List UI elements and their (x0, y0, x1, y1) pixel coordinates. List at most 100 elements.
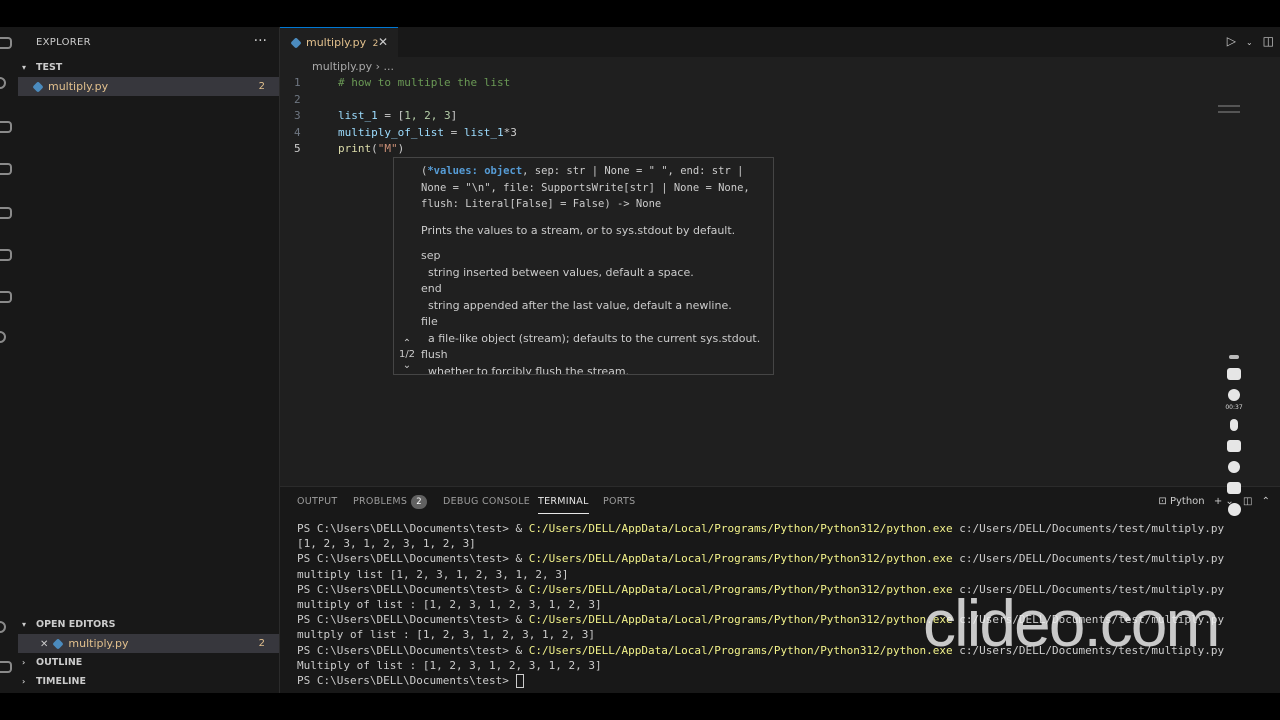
account-circle-icon[interactable] (0, 331, 6, 343)
accounts-icon[interactable] (0, 621, 6, 633)
code-line-4: 4 multiply_of_list = list_1*3 (280, 125, 1280, 141)
recorder-dots-icon[interactable] (1229, 355, 1239, 359)
timeline-title: TIMELINE (36, 676, 86, 687)
settings-gear-icon[interactable] (1227, 503, 1241, 516)
close-icon[interactable]: ✕ (40, 639, 48, 650)
line-number: 1 (294, 76, 301, 89)
terminal-prompt-line: PS C:\Users\DELL\Documents\test> (297, 673, 1224, 688)
param-desc: string inserted between values, default … (421, 265, 694, 279)
record-icon[interactable] (1228, 389, 1240, 401)
code-text: multiply_of_list = list_1*3 (338, 125, 517, 139)
code-line-5: 5 print("M") (280, 141, 1280, 157)
terminal-icon: ⊡ (1158, 496, 1167, 507)
camera-icon[interactable] (1227, 368, 1241, 380)
terminal-command-line: PS C:\Users\DELL\Documents\test> & C:/Us… (297, 552, 1225, 566)
editor-actions: ▷ ⌄ ◫ (1217, 34, 1274, 48)
split-editor-icon[interactable]: ◫ (1263, 34, 1274, 48)
open-editor-file-name: multiply.py (68, 637, 129, 650)
param-name: file (421, 315, 438, 328)
open-editor-problems-badge: 2 (258, 638, 265, 649)
param-desc: a file-like object (stream); defaults to… (421, 331, 761, 345)
remote-icon[interactable] (0, 291, 12, 303)
screen-recorder-toolbar: 00:37 (1222, 355, 1246, 525)
breadcrumb: multiply.py › ... (312, 60, 394, 73)
code-text: print("M") (338, 142, 405, 155)
folder-header-test[interactable]: ▾ TEST (18, 58, 279, 77)
overload-pager[interactable]: ⌃ 1/2 ⌄ (396, 338, 418, 371)
breadcrumb-symbol[interactable]: ... (384, 60, 395, 73)
folder-name: TEST (36, 62, 63, 73)
param-name: sep (421, 249, 441, 262)
python-file-icon (32, 81, 44, 93)
watermark: clideo.com (923, 586, 1220, 660)
param-desc: whether to forcibly flush the stream. (421, 364, 630, 375)
terminal-output-line: multiply list [1, 2, 3, 1, 2, 3, 1, 2, 3… (297, 567, 569, 581)
tab-terminal[interactable]: TERMINAL (538, 491, 589, 514)
tab-ports[interactable]: PORTS (603, 491, 635, 513)
terminal-shell-name[interactable]: Python (1170, 496, 1205, 507)
chevron-right-icon: › (22, 677, 26, 686)
speaker-icon[interactable] (1227, 440, 1241, 452)
chevron-down-icon: ▾ (22, 620, 27, 629)
problems-badge: 2 (411, 495, 427, 509)
function-signature: (*values: object, sep: str | None = " ",… (421, 165, 757, 210)
chevron-up-icon[interactable]: ⌃ (396, 338, 418, 349)
open-editor-item-multiply[interactable]: ✕ multiply.py 2 (18, 634, 279, 653)
breadcrumb-separator: › (375, 60, 380, 73)
terminal-cursor (515, 673, 524, 688)
more-actions-icon[interactable]: ··· (254, 33, 267, 49)
param-desc: string appended after the last value, de… (421, 298, 732, 312)
signature-help-popup[interactable]: (*values: object, sep: str | None = " ",… (393, 157, 774, 375)
param-name: flush (421, 348, 448, 361)
timeline-header[interactable]: › TIMELINE (18, 672, 279, 691)
chevron-right-icon: › (22, 658, 26, 667)
code-line-1: 1 # how to multiple the list (280, 75, 1280, 91)
terminal-output-line: [1, 2, 3, 1, 2, 3, 1, 2, 3] (297, 537, 476, 551)
chevron-up-icon[interactable]: ⌃ (1262, 496, 1270, 507)
file-name: multiply.py (48, 80, 109, 93)
tab-debug-console[interactable]: DEBUG CONSOLE (443, 491, 530, 513)
sidebar-title: EXPLORER (36, 37, 91, 48)
tab-multiply-py[interactable]: multiply.py 2 ✕ (280, 27, 398, 57)
explorer-sidebar: EXPLORER ··· ▾ TEST multiply.py 2 ▾ OPEN E… (18, 27, 280, 693)
webcam-icon[interactable] (1228, 461, 1240, 473)
tab-output[interactable]: OUTPUT (297, 491, 338, 513)
python-file-icon (52, 638, 65, 650)
manage-gear-icon[interactable] (0, 661, 12, 673)
problems-count-badge: 2 (258, 81, 265, 92)
run-icon[interactable]: ▷ (1227, 34, 1236, 48)
run-dropdown-icon[interactable]: ⌄ (1246, 38, 1253, 47)
line-number: 2 (294, 92, 301, 106)
testing-icon[interactable] (0, 249, 12, 261)
extensions-icon[interactable] (0, 207, 12, 219)
close-tab-icon[interactable]: ✕ (378, 28, 388, 57)
tab-label: multiply.py (306, 36, 367, 49)
param-name: end (421, 282, 442, 295)
outline-header[interactable]: › OUTLINE (18, 653, 279, 672)
explorer-icon[interactable] (0, 37, 12, 49)
file-item-multiply[interactable]: multiply.py 2 (18, 77, 279, 96)
editor-tab-bar: multiply.py 2 ✕ ▷ ⌄ ◫ (280, 27, 1280, 57)
open-editors-title: OPEN EDITORS (36, 619, 116, 630)
recording-time: 00:37 (1225, 404, 1243, 411)
outline-title: OUTLINE (36, 657, 83, 668)
code-line-2: 2 (280, 92, 1280, 108)
new-terminal-icon[interactable]: + (1214, 496, 1222, 507)
chevron-down-icon[interactable]: ⌄ (396, 360, 418, 371)
source-control-icon[interactable] (0, 121, 12, 133)
chevron-down-icon: ▾ (22, 63, 27, 72)
breadcrumb-file[interactable]: multiply.py (312, 60, 372, 73)
search-icon[interactable] (0, 77, 6, 89)
letterbox-bottom (0, 693, 1280, 720)
code-line-3: 3 list_1 = [1, 2, 3] (280, 108, 1280, 124)
screen-icon[interactable] (1227, 482, 1241, 494)
vscode-window: EXPLORER ··· ▾ TEST multiply.py 2 ▾ OPEN E… (0, 27, 1280, 693)
line-number: 5 (294, 142, 301, 155)
comment-text: # how to multiple the list (338, 76, 511, 89)
microphone-icon[interactable] (1230, 419, 1238, 431)
tab-problems[interactable]: PROBLEMS 2 (353, 491, 427, 513)
run-debug-icon[interactable] (0, 163, 12, 175)
open-editors-header[interactable]: ▾ OPEN EDITORS (18, 615, 279, 634)
activity-bar (0, 27, 18, 693)
python-file-icon (290, 37, 302, 49)
